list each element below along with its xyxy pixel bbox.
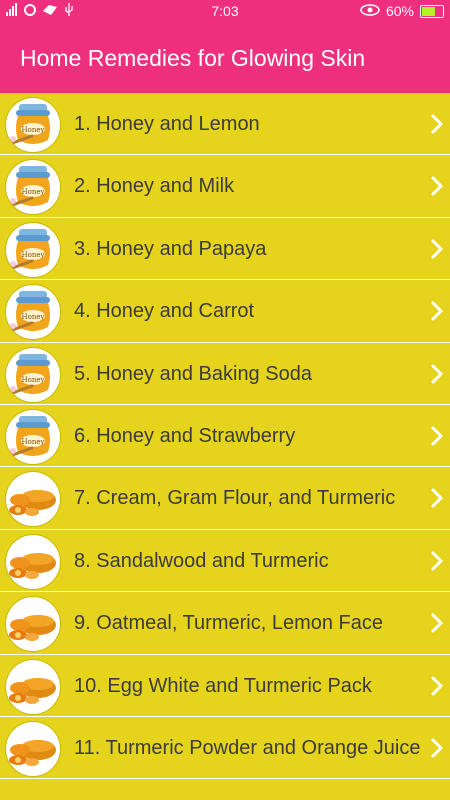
list-item[interactable]: Honey 1. Honey and Lemon: [0, 93, 450, 156]
list-item[interactable]: Honey 2. Honey and Milk: [0, 155, 450, 218]
list-item-label: 6. Honey and Strawberry: [74, 424, 296, 447]
list-item[interactable]: 7. Cream, Gram Flour, and Turmeric: [0, 467, 450, 530]
list-item[interactable]: Honey 3. Honey and Papaya: [0, 218, 450, 281]
list-item[interactable]: 10. Egg White and Turmeric Pack: [0, 655, 450, 717]
chevron-right-icon: [430, 237, 444, 261]
chevron-right-icon: [430, 424, 444, 448]
honey-jar-icon: Honey: [5, 284, 61, 341]
status-icons-right: 60%: [360, 3, 444, 19]
chevron-right-icon: [430, 299, 444, 323]
honey-jar-text: Honey: [22, 313, 45, 321]
list-item-label: 7. Cream, Gram Flour, and Turmeric: [74, 487, 396, 510]
battery-icon: [420, 4, 444, 18]
turmeric-icon: [5, 658, 61, 715]
status-bar: 7:03 60%: [0, 0, 450, 23]
turmeric-icon: [5, 471, 61, 528]
honey-jar-icon: Honey: [5, 221, 61, 278]
honey-jar-icon: Honey: [5, 159, 61, 216]
list-item-label: 1. Honey and Lemon: [74, 113, 260, 135]
honey-jar-icon: Honey: [5, 97, 61, 153]
list-item[interactable]: Honey 6. Honey and Strawberry: [0, 405, 450, 468]
honey-jar-text: Honey: [22, 376, 45, 384]
list-item-label: 9. Oatmeal, Turmeric, Lemon Face: [74, 612, 384, 635]
chevron-right-icon: [430, 486, 444, 510]
app-bar: Home Remedies for Glowing Skin: [0, 23, 450, 93]
chevron-right-icon: [430, 736, 444, 760]
list-item[interactable]: 9. Oatmeal, Turmeric, Lemon Face: [0, 592, 450, 655]
list-item-label: 11. Turmeric Powder and Orange Juice: [74, 736, 421, 759]
chevron-right-icon: [430, 112, 444, 136]
honey-jar-text: Honey: [22, 251, 45, 259]
honey-jar-text: Honey: [22, 438, 45, 446]
list-item-label: 10. Egg White and Turmeric Pack: [74, 674, 372, 697]
honey-jar-icon: Honey: [5, 408, 61, 465]
eye-icon: [360, 3, 380, 19]
honey-jar-text: Honey: [22, 188, 45, 196]
chevron-right-icon: [430, 549, 444, 573]
list-item-label: 5. Honey and Baking Soda: [74, 362, 312, 385]
list-item-label: 8. Sandalwood and Turmeric: [74, 549, 329, 572]
list-item-label: 2. Honey and Milk: [74, 175, 235, 198]
battery-percent: 60%: [385, 3, 414, 19]
turmeric-icon: [5, 533, 61, 590]
list-item-label: 3. Honey and Papaya: [74, 237, 267, 260]
turmeric-icon: [5, 720, 61, 777]
honey-jar-icon: Honey: [5, 346, 61, 403]
chevron-right-icon: [430, 674, 444, 698]
honey-jar-text: Honey: [22, 126, 45, 134]
list-item-label: 4. Honey and Carrot: [74, 300, 255, 323]
turmeric-icon: [5, 596, 61, 653]
list-item[interactable]: 11. Turmeric Powder and Orange Juice: [0, 717, 450, 780]
remedy-list: Honey 1. Honey and Lemon Honey 2. Honey and…: [0, 93, 450, 780]
chevron-right-icon: [430, 362, 444, 386]
list-item[interactable]: 8. Sandalwood and Turmeric: [0, 530, 450, 593]
list-item[interactable]: Honey 5. Honey and Baking Soda: [0, 343, 450, 405]
chevron-right-icon: [430, 174, 444, 198]
chevron-right-icon: [430, 611, 444, 635]
list-item[interactable]: Honey 4. Honey and Carrot: [0, 280, 450, 343]
page-title: Home Remedies for Glowing Skin: [20, 44, 366, 71]
